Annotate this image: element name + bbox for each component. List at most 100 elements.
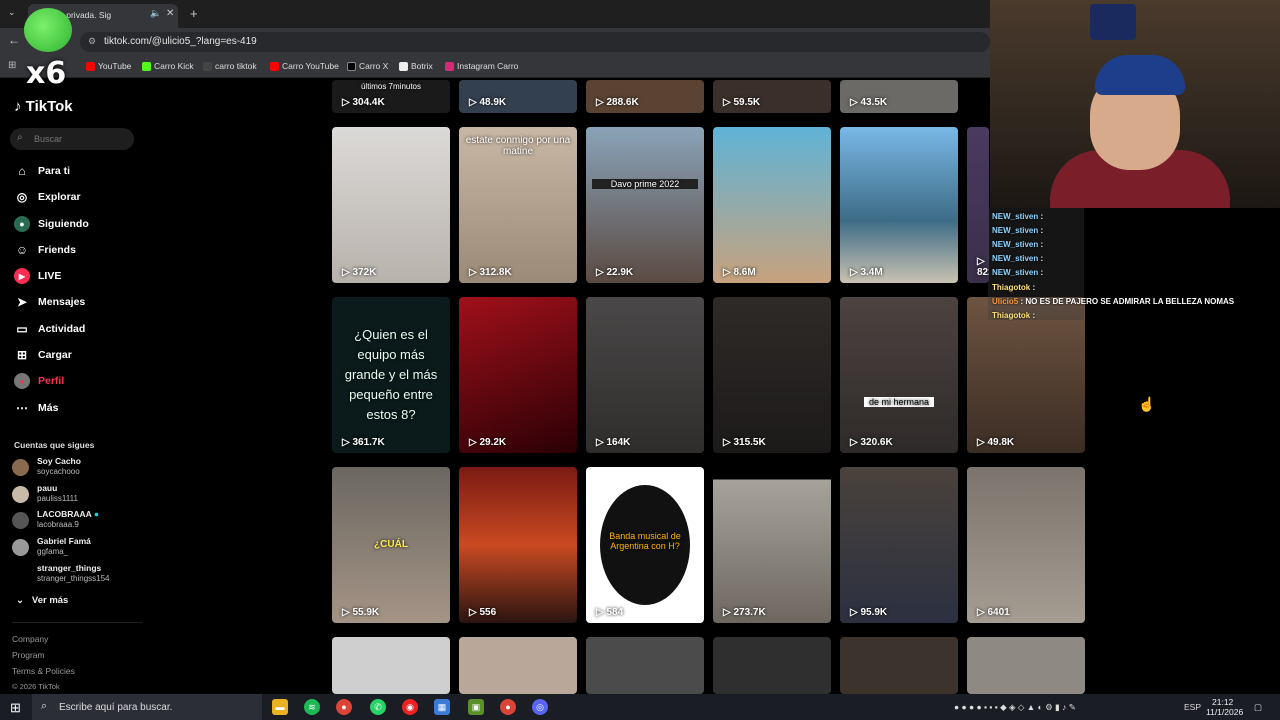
apps-icon[interactable]: ⊞ [8,60,16,71]
search-icon: ⌕ [41,700,48,712]
chrome-profile-icon[interactable]: ● [500,699,516,715]
bookmark-youtube[interactable]: YouTube [86,61,131,71]
bookmark-carro-x[interactable]: Carro X [347,61,388,71]
views-count: 304.4K [352,97,385,108]
video-card[interactable] [967,637,1085,694]
video-card[interactable]: ▷ 6401 [967,467,1085,623]
video-card[interactable]: ▷ 3.4M [840,127,958,283]
video-views: ▷ 556 [469,607,497,618]
footer-copyright: © 2026 TikTok [12,682,60,691]
see-more-link[interactable]: ⌄ Ver más [16,595,68,606]
store-icon[interactable]: ▦ [434,699,450,715]
video-card[interactable]: ¿Quien es el equipo más grande y el más … [332,297,450,453]
taskbar: ⊞ ⌕ Escribe aquí para buscar. ▬ ≋ ● ✆ ◉ … [0,694,1280,720]
minecraft-icon[interactable]: ▣ [468,699,484,715]
spotify-icon[interactable]: ≋ [304,699,320,715]
video-card[interactable]: ▷ 29.2K [459,297,577,453]
obs-icon[interactable]: ◉ [402,699,418,715]
speaker-icon[interactable]: 🔈 [150,8,161,19]
clock-time[interactable]: 21:12 [1212,697,1233,707]
footer-program[interactable]: Program [12,650,45,660]
tiktok-logo[interactable]: ♪ TikTok [14,98,73,115]
video-views: ▷ 288.6K [596,97,639,108]
video-card[interactable]: ▷ 164K [586,297,704,453]
bookmark-carro-youtube[interactable]: Carro YouTube [270,61,339,71]
nav-live[interactable]: ▶ LIVE [14,266,61,286]
close-tab-icon[interactable]: ✕ [166,8,174,19]
nav-actividad[interactable]: ▭ Actividad [14,319,85,339]
video-card[interactable]: ▷ 59.5K [713,80,831,113]
messages-icon: ➤ [16,295,28,309]
bookmark-instagram-carro[interactable]: Instagram Carro [445,61,518,71]
video-card[interactable]: ▷ 43.5K [840,80,958,113]
nav-cargar[interactable]: ⊞ Cargar [14,345,72,365]
video-card[interactable]: ▷ 822P [967,127,989,283]
video-card[interactable] [586,637,704,694]
video-card[interactable]: ▷ 273.7K [713,467,831,623]
video-views: ▷ 584 [596,607,624,618]
footer-terms[interactable]: Terms & Policies [12,666,75,676]
video-card[interactable] [713,637,831,694]
discord-icon[interactable]: ◎ [532,699,548,715]
video-views: ▷ 8.6M [723,267,756,278]
chat-username: Thiagotok [992,311,1031,320]
video-card[interactable]: últimos 7minutos ▷ 304.4K [332,80,450,113]
video-card[interactable]: ¿CUÁL ▷ 55.9K [332,467,450,623]
nav-friends[interactable]: ☺ Friends [14,240,76,260]
tab-list-icon[interactable]: ⌄ [8,7,16,18]
bookmark-label: Botrix [411,61,433,71]
nav-para-ti[interactable]: ⌂ Para ti [14,161,70,181]
footer-company[interactable]: Company [12,634,48,644]
video-card[interactable]: estate conmigo por una matine ▷ 312.8K [459,127,577,283]
windows-start-icon[interactable]: ⊞ [10,700,21,716]
system-tray-icons[interactable]: ● ● ● ● ▪ ▪ ▪ ◆ ◈ ◇ ▲ ◐ ⚙ ▮ ♪ ✎ [954,702,1076,713]
nav-siguiendo[interactable]: ● Siguiendo [14,214,89,234]
avatar [12,512,29,529]
video-card[interactable]: ▷ 8.6M [713,127,831,283]
taskbar-search[interactable]: ⌕ Escribe aquí para buscar. [32,694,262,720]
video-card[interactable]: ▷ 315.5K [713,297,831,453]
video-card[interactable]: ▷ 48.9K [459,80,577,113]
url-field[interactable]: ⚙ tiktok.com/@ulicio5_?lang=es-419 [80,32,990,52]
search-input[interactable]: ⌕ Buscar [10,128,134,150]
nav-explorar[interactable]: ◎ Explorar [14,187,81,207]
compass-icon: ◎ [16,190,28,204]
video-views: ▷ 22.9K [596,267,634,278]
site-info-icon[interactable]: ⚙ [88,36,96,47]
video-card[interactable]: ▷ 556 [459,467,577,623]
video-card[interactable] [332,637,450,694]
video-card[interactable] [840,637,958,694]
video-card[interactable]: ▷ 288.6K [586,80,704,113]
notifications-icon[interactable]: ▢ [1254,702,1262,713]
bookmark-carro-kick[interactable]: Carro Kick [142,61,194,71]
file-explorer-icon[interactable]: ▬ [272,699,288,715]
video-card[interactable]: ▷ 49.8K [967,297,1085,453]
chat-username: NEW_stiven [992,254,1039,263]
new-tab-button[interactable]: + [190,6,198,21]
account-name-text: LACOBRAAA [37,509,92,519]
avatar [12,539,29,556]
video-card[interactable]: ▷ 95.9K [840,467,958,623]
nav-mas[interactable]: ⋯ Más [14,398,58,418]
video-caption: ¿CUÁL [374,539,408,550]
video-card[interactable]: Banda musical de Argentina con H? ▷ 584 [586,467,704,623]
avatar [12,459,29,476]
whatsapp-icon[interactable]: ✆ [370,699,386,715]
wall-jersey [1090,4,1136,40]
views-count: 312.8K [479,267,512,278]
clock-date[interactable]: 11/1/2026 [1206,707,1243,717]
video-card[interactable] [459,637,577,694]
video-card[interactable]: Davo prime 2022 ▷ 22.9K [586,127,704,283]
nav-mensajes[interactable]: ➤ Mensajes [14,292,85,312]
views-count: 48.9K [479,97,507,108]
video-card[interactable]: ▷ 372K [332,127,450,283]
chrome-icon[interactable]: ● [336,699,352,715]
language-indicator[interactable]: ESP [1184,702,1201,712]
nav-perfil[interactable]: ● Perfil [14,371,64,391]
sticker-overlay: x6 [18,8,80,100]
video-caption: Banda musical de Argentina con H? [609,531,681,551]
video-views: ▷ 48.9K [469,97,507,108]
bookmark-botrix[interactable]: Botrix [399,61,433,71]
video-card[interactable]: de mi hermana ▷ 320.6K [840,297,958,453]
bookmark-carro-tiktok[interactable]: carro tiktok [203,61,257,71]
